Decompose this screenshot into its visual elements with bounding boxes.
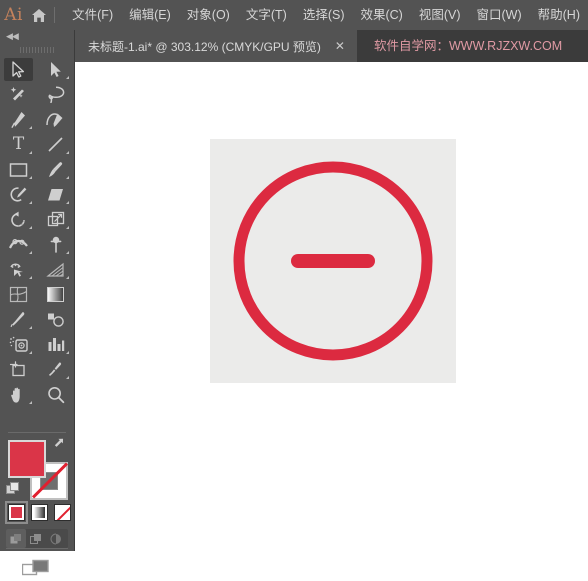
type-tool[interactable]: T (0, 132, 37, 157)
direct-selection-tool[interactable] (37, 57, 74, 82)
artboard-tool[interactable] (0, 357, 37, 382)
menu-select[interactable]: 选择(S) (295, 0, 353, 30)
rotate-tool[interactable] (0, 207, 37, 232)
canvas-area[interactable] (75, 62, 588, 551)
none-mode-button[interactable] (54, 504, 71, 521)
rectangle-tool[interactable] (0, 157, 37, 182)
magic-wand-tool[interactable] (0, 82, 37, 107)
fill-swatch[interactable] (8, 440, 46, 478)
selection-tool[interactable] (0, 57, 37, 82)
free-transform-tool[interactable] (37, 232, 74, 257)
tool-grid: T (0, 55, 74, 407)
menu-effect[interactable]: 效果(C) (352, 0, 410, 30)
document-tab[interactable]: 未标题-1.ai* @ 303.12% (CMYK/GPU 预览) ✕ (74, 30, 357, 62)
document-tab-title: 未标题-1.ai* @ 303.12% (CMYK/GPU 预览) (88, 39, 321, 54)
swap-fill-stroke-icon[interactable] (54, 438, 67, 454)
gradient-mode-button[interactable] (31, 504, 48, 521)
menu-window[interactable]: 窗口(W) (469, 0, 530, 30)
hand-tool[interactable] (0, 382, 37, 407)
panel-drag-grip[interactable] (0, 45, 74, 55)
close-icon[interactable]: ✕ (335, 40, 345, 52)
color-controls-divider (8, 432, 66, 433)
blend-tool[interactable] (37, 307, 74, 332)
menu-file[interactable]: 文件(F) (64, 0, 121, 30)
menubar-divider (54, 7, 56, 23)
symbol-sprayer-tool[interactable] (0, 332, 37, 357)
minus-bar-path[interactable] (291, 254, 375, 268)
paintbrush-tool[interactable] (37, 157, 74, 182)
menu-object[interactable]: 对象(O) (179, 0, 238, 30)
ai-logo: Ai (4, 5, 23, 25)
mesh-tool[interactable] (0, 282, 37, 307)
home-icon[interactable] (27, 0, 51, 30)
shaper-pencil-tool[interactable] (0, 182, 37, 207)
illustrator-window: Ai 文件(F) 编辑(E) 对象(O) 文字(T) 选择(S) 效果(C) 视… (0, 0, 588, 576)
eraser-tool[interactable] (37, 182, 74, 207)
artboard[interactable] (210, 139, 456, 383)
color-controls (0, 408, 74, 551)
menu-bar: Ai 文件(F) 编辑(E) 对象(O) 文字(T) 选择(S) 效果(C) 视… (0, 0, 588, 30)
menu-help[interactable]: 帮助(H) (530, 0, 588, 30)
column-graph-tool[interactable] (37, 332, 74, 357)
tools-panel: ◀◀ T (0, 30, 75, 576)
draw-behind-button[interactable] (26, 529, 46, 548)
scale-tool[interactable] (37, 207, 74, 232)
draw-inside-button[interactable] (46, 529, 66, 548)
gradient-tool[interactable] (37, 282, 74, 307)
change-screen-mode-button[interactable] (0, 555, 74, 581)
perspective-grid-tool[interactable] (37, 257, 74, 282)
zoom-tool[interactable] (37, 382, 74, 407)
draw-mode-buttons (6, 529, 68, 548)
minus-circle-artwork[interactable] (210, 139, 456, 383)
color-mode-button[interactable] (5, 501, 28, 524)
watermark-text: 软件自学网：WWW.RJZXW.COM (374, 39, 563, 53)
menu-view[interactable]: 视图(V) (411, 0, 469, 30)
shape-builder-tool[interactable] (0, 257, 37, 282)
slice-tool[interactable] (37, 357, 74, 382)
menu-type[interactable]: 文字(T) (238, 0, 295, 30)
eyedropper-tool[interactable] (0, 307, 37, 332)
draw-normal-button[interactable] (6, 529, 26, 548)
type-tool-glyph: T (12, 134, 25, 154)
curvature-tool[interactable] (37, 107, 74, 132)
lasso-tool[interactable] (37, 82, 74, 107)
collapse-panel-icon[interactable]: ◀◀ (0, 30, 74, 45)
default-fill-stroke-icon[interactable] (6, 482, 20, 496)
toolbar-bottom-divider (6, 548, 68, 549)
pen-tool[interactable] (0, 107, 37, 132)
color-mode-buttons (5, 501, 71, 524)
menu-edit[interactable]: 编辑(E) (121, 0, 179, 30)
document-tab-bar: 未标题-1.ai* @ 303.12% (CMYK/GPU 预览) ✕ 软件自学… (0, 30, 588, 62)
line-segment-tool[interactable] (37, 132, 74, 157)
width-tool[interactable] (0, 232, 37, 257)
